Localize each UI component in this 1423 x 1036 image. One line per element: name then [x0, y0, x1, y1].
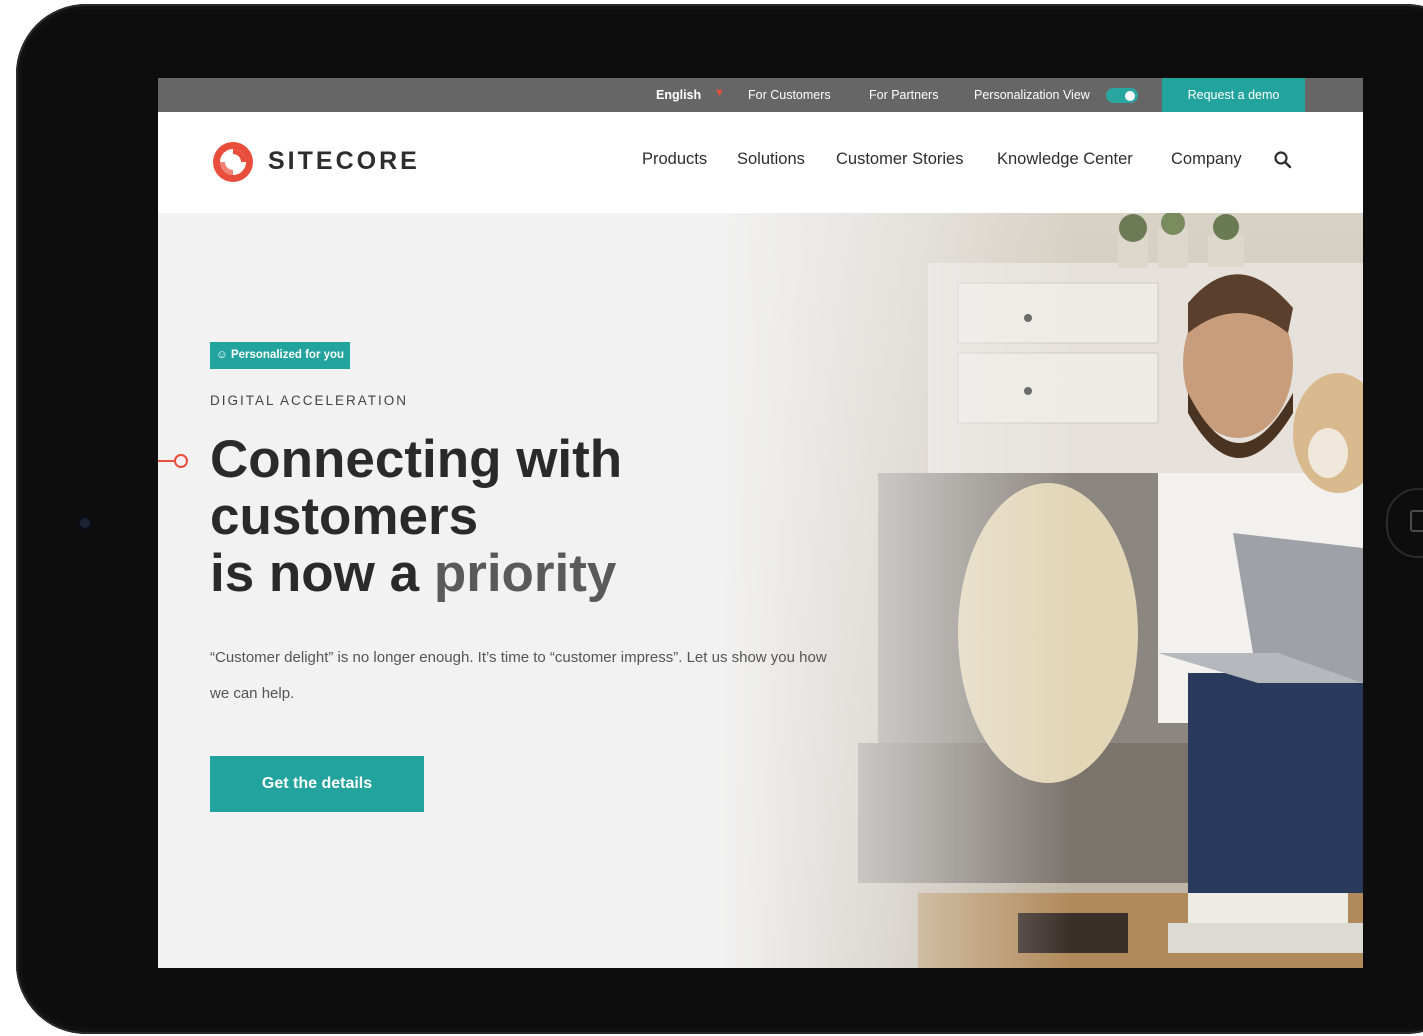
headline-line-3b: priority: [433, 544, 617, 603]
get-details-button[interactable]: Get the details: [210, 756, 424, 812]
nav-solutions[interactable]: Solutions: [737, 150, 805, 169]
personalized-badge-label: Personalized for you: [230, 349, 345, 361]
search-icon[interactable]: [1273, 150, 1293, 170]
utility-bar: English ▼ For Customers For Partners Per…: [158, 78, 1363, 112]
headline-line-3a: is now a: [210, 544, 434, 603]
nav-products[interactable]: Products: [642, 150, 707, 169]
nav-knowledge-center[interactable]: Knowledge Center: [997, 150, 1133, 169]
main-header: SITECORE Products Solutions Customer Sto…: [158, 112, 1363, 213]
nav-customer-stories[interactable]: Customer Stories: [836, 150, 963, 169]
home-square-icon: [1410, 510, 1423, 532]
toggle-knob: [1125, 90, 1135, 101]
personalization-marker-icon: [158, 454, 188, 468]
browser-screen: English ▼ For Customers For Partners Per…: [158, 78, 1363, 968]
logo-wordmark[interactable]: SITECORE: [268, 147, 420, 176]
hero-lead: “Customer delight” is no longer enough. …: [210, 649, 827, 702]
chevron-down-icon[interactable]: ▼: [714, 87, 725, 99]
camera-icon: [77, 515, 93, 531]
for-partners-link[interactable]: For Partners: [869, 88, 938, 102]
headline-line-1: Connecting with: [210, 430, 623, 489]
personalization-toggle[interactable]: [1106, 88, 1138, 103]
hero-headline: Connecting with customers is now a prior…: [210, 431, 770, 602]
hero-eyebrow: DIGITAL ACCELERATION: [210, 393, 409, 408]
personalized-badge: ☺ Personalized for you: [210, 342, 351, 369]
hero-photo: [718, 213, 1363, 968]
request-demo-button[interactable]: Request a demo: [1162, 78, 1305, 112]
personalization-view-label: Personalization View: [974, 88, 1090, 102]
hero-section: ☺ Personalized for you DIGITAL ACCELERAT…: [158, 213, 1363, 968]
user-icon: ☺: [216, 349, 228, 361]
sitecore-logo-icon[interactable]: [210, 139, 256, 185]
for-customers-link[interactable]: For Customers: [748, 88, 831, 102]
language-selector[interactable]: English: [656, 88, 701, 102]
nav-company[interactable]: Company: [1171, 150, 1242, 169]
headline-line-2: customers: [210, 487, 479, 546]
